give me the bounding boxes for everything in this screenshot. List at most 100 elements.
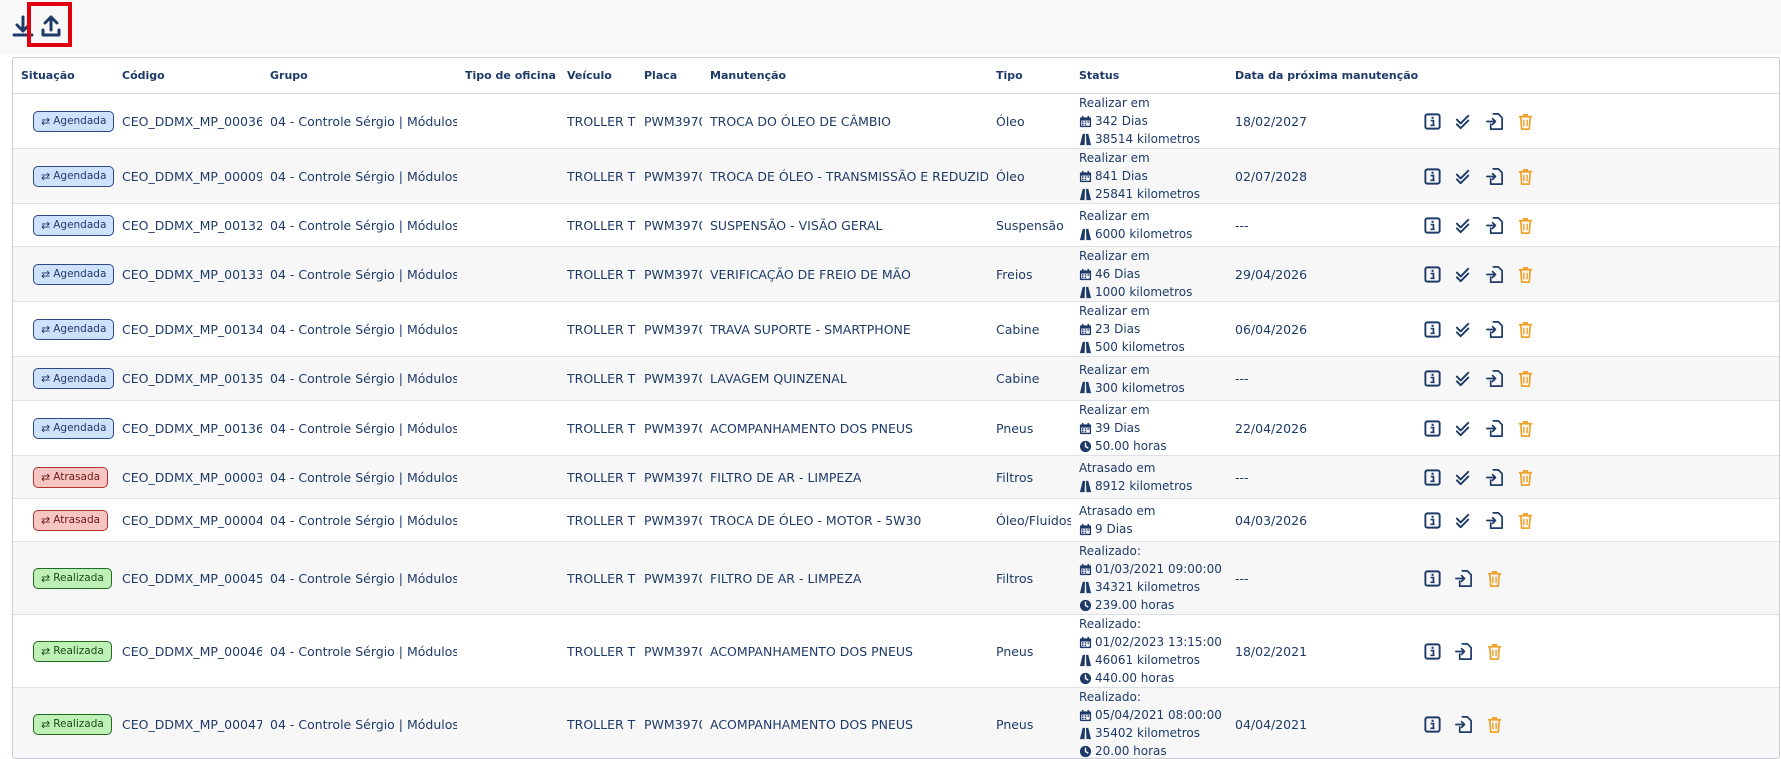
trash-icon[interactable] bbox=[1516, 265, 1535, 284]
info-icon[interactable] bbox=[1423, 167, 1442, 186]
column-header[interactable]: Tipo bbox=[988, 58, 1071, 94]
actions-cell bbox=[1395, 357, 1779, 401]
info-icon[interactable] bbox=[1423, 642, 1442, 661]
grupo-cell: 04 - Controle Sérgio | Módulos bbox=[262, 615, 457, 688]
veiculo-cell: TROLLER T4 bbox=[559, 456, 636, 499]
transfer-icon[interactable] bbox=[1485, 216, 1504, 235]
status-line: 25841 kilometros bbox=[1079, 185, 1227, 203]
check-done-icon[interactable] bbox=[1454, 369, 1473, 388]
situacao-cell: ⇄Agendada bbox=[13, 302, 114, 357]
trash-icon[interactable] bbox=[1516, 419, 1535, 438]
check-done-icon[interactable] bbox=[1454, 419, 1473, 438]
column-header[interactable]: Código bbox=[114, 58, 262, 94]
manutencao-cell: TROCA DE ÓLEO - MOTOR - 5W30 bbox=[702, 499, 988, 542]
oficina-cell bbox=[457, 615, 559, 688]
column-header[interactable]: Manutenção bbox=[702, 58, 988, 94]
info-icon[interactable] bbox=[1423, 265, 1442, 284]
check-done-icon[interactable] bbox=[1454, 511, 1473, 530]
trash-icon[interactable] bbox=[1485, 642, 1504, 661]
manutencao-cell: ACOMPANHAMENTO DOS PNEUS bbox=[702, 688, 988, 759]
column-header[interactable] bbox=[1395, 58, 1779, 94]
info-icon[interactable] bbox=[1423, 715, 1442, 734]
transfer-icon[interactable] bbox=[1485, 468, 1504, 487]
column-header[interactable]: Grupo bbox=[262, 58, 457, 94]
table-row[interactable]: ⇄AtrasadaCEO_DDMX_MP_0000304 - Controle … bbox=[13, 456, 1779, 499]
trash-icon[interactable] bbox=[1516, 511, 1535, 530]
calendar-icon bbox=[1079, 323, 1092, 336]
column-header[interactable]: Situação bbox=[13, 58, 114, 94]
transfer-icon[interactable] bbox=[1485, 419, 1504, 438]
column-header[interactable]: Status bbox=[1071, 58, 1227, 94]
transfer-icon[interactable] bbox=[1454, 715, 1473, 734]
column-header[interactable]: Tipo de oficina bbox=[457, 58, 559, 94]
oficina-cell bbox=[457, 204, 559, 247]
status-cell: Realizar em23 Dias500 kilometros bbox=[1071, 302, 1227, 357]
column-header[interactable]: Placa bbox=[636, 58, 702, 94]
check-done-icon[interactable] bbox=[1454, 112, 1473, 131]
table-row[interactable]: ⇄AgendadaCEO_DDMX_MP_0003604 - Controle … bbox=[13, 94, 1779, 149]
trash-icon[interactable] bbox=[1516, 369, 1535, 388]
tipo-cell: Cabine bbox=[988, 302, 1071, 357]
table-row[interactable]: ⇄AgendadaCEO_DDMX_MP_0013204 - Controle … bbox=[13, 204, 1779, 247]
trash-icon[interactable] bbox=[1516, 320, 1535, 339]
transfer-icon[interactable] bbox=[1454, 569, 1473, 588]
table-row[interactable]: ⇄RealizadaCEO_DDMX_MP_0004604 - Controle… bbox=[13, 615, 1779, 688]
grupo-cell: 04 - Controle Sérgio | Módulos bbox=[262, 499, 457, 542]
info-icon[interactable] bbox=[1423, 320, 1442, 339]
info-icon[interactable] bbox=[1423, 569, 1442, 588]
status-line: 46061 kilometros bbox=[1079, 651, 1227, 669]
status-text: 440.00 horas bbox=[1095, 669, 1174, 687]
status-text: Realizar em bbox=[1079, 94, 1150, 112]
next-date-cell: 29/04/2026 bbox=[1227, 247, 1395, 302]
transfer-icon[interactable] bbox=[1485, 265, 1504, 284]
actions-cell bbox=[1395, 401, 1779, 456]
table-row[interactable]: ⇄AgendadaCEO_DDMX_MP_0013604 - Controle … bbox=[13, 401, 1779, 456]
trash-icon[interactable] bbox=[1516, 167, 1535, 186]
transfer-icon[interactable] bbox=[1485, 112, 1504, 131]
table-row[interactable]: ⇄AgendadaCEO_DDMX_MP_0013504 - Controle … bbox=[13, 357, 1779, 401]
situacao-cell: ⇄Agendada bbox=[13, 247, 114, 302]
status-line: 20.00 horas bbox=[1079, 742, 1227, 759]
table-row[interactable]: ⇄AgendadaCEO_DDMX_MP_0013404 - Controle … bbox=[13, 302, 1779, 357]
veiculo-cell: TROLLER T4 bbox=[559, 401, 636, 456]
grupo-cell: 04 - Controle Sérgio | Módulos bbox=[262, 456, 457, 499]
trash-icon[interactable] bbox=[1516, 216, 1535, 235]
check-done-icon[interactable] bbox=[1454, 320, 1473, 339]
info-icon[interactable] bbox=[1423, 468, 1442, 487]
trash-icon[interactable] bbox=[1516, 468, 1535, 487]
table-row[interactable]: ⇄AgendadaCEO_DDMX_MP_0013304 - Controle … bbox=[13, 247, 1779, 302]
status-line: 1000 kilometros bbox=[1079, 283, 1227, 301]
transfer-icon[interactable] bbox=[1454, 642, 1473, 661]
check-done-icon[interactable] bbox=[1454, 216, 1473, 235]
check-done-icon[interactable] bbox=[1454, 167, 1473, 186]
codigo-cell: CEO_DDMX_MP_00133 bbox=[114, 247, 262, 302]
status-badge: ⇄Agendada bbox=[33, 319, 114, 340]
transfer-icon[interactable] bbox=[1485, 320, 1504, 339]
codigo-cell: CEO_DDMX_MP_00047 bbox=[114, 688, 262, 759]
trash-icon[interactable] bbox=[1485, 569, 1504, 588]
info-icon[interactable] bbox=[1423, 216, 1442, 235]
transfer-icon[interactable] bbox=[1485, 511, 1504, 530]
transfer-icon[interactable] bbox=[1485, 369, 1504, 388]
check-done-icon[interactable] bbox=[1454, 468, 1473, 487]
status-text: 8912 kilometros bbox=[1095, 477, 1192, 495]
status-line: 300 kilometros bbox=[1079, 379, 1227, 397]
transfer-icon[interactable] bbox=[1485, 167, 1504, 186]
trash-icon[interactable] bbox=[1516, 112, 1535, 131]
info-icon[interactable] bbox=[1423, 369, 1442, 388]
column-header[interactable]: Data da próxima manutenção bbox=[1227, 58, 1395, 94]
placa-cell: PWM3970 bbox=[636, 499, 702, 542]
check-done-icon[interactable] bbox=[1454, 265, 1473, 284]
trash-icon[interactable] bbox=[1485, 715, 1504, 734]
info-icon[interactable] bbox=[1423, 511, 1442, 530]
info-icon[interactable] bbox=[1423, 112, 1442, 131]
table-row[interactable]: ⇄AgendadaCEO_DDMX_MP_0000904 - Controle … bbox=[13, 149, 1779, 204]
table-row[interactable]: ⇄AtrasadaCEO_DDMX_MP_0000404 - Controle … bbox=[13, 499, 1779, 542]
info-icon[interactable] bbox=[1423, 419, 1442, 438]
table-row[interactable]: ⇄RealizadaCEO_DDMX_MP_0004704 - Controle… bbox=[13, 688, 1779, 759]
road-icon bbox=[1079, 381, 1092, 394]
status-cell: Realizar em342 Dias38514 kilometros bbox=[1071, 94, 1227, 149]
table-row[interactable]: ⇄RealizadaCEO_DDMX_MP_0004504 - Controle… bbox=[13, 542, 1779, 615]
situacao-cell: ⇄Agendada bbox=[13, 149, 114, 204]
column-header[interactable]: Veículo bbox=[559, 58, 636, 94]
